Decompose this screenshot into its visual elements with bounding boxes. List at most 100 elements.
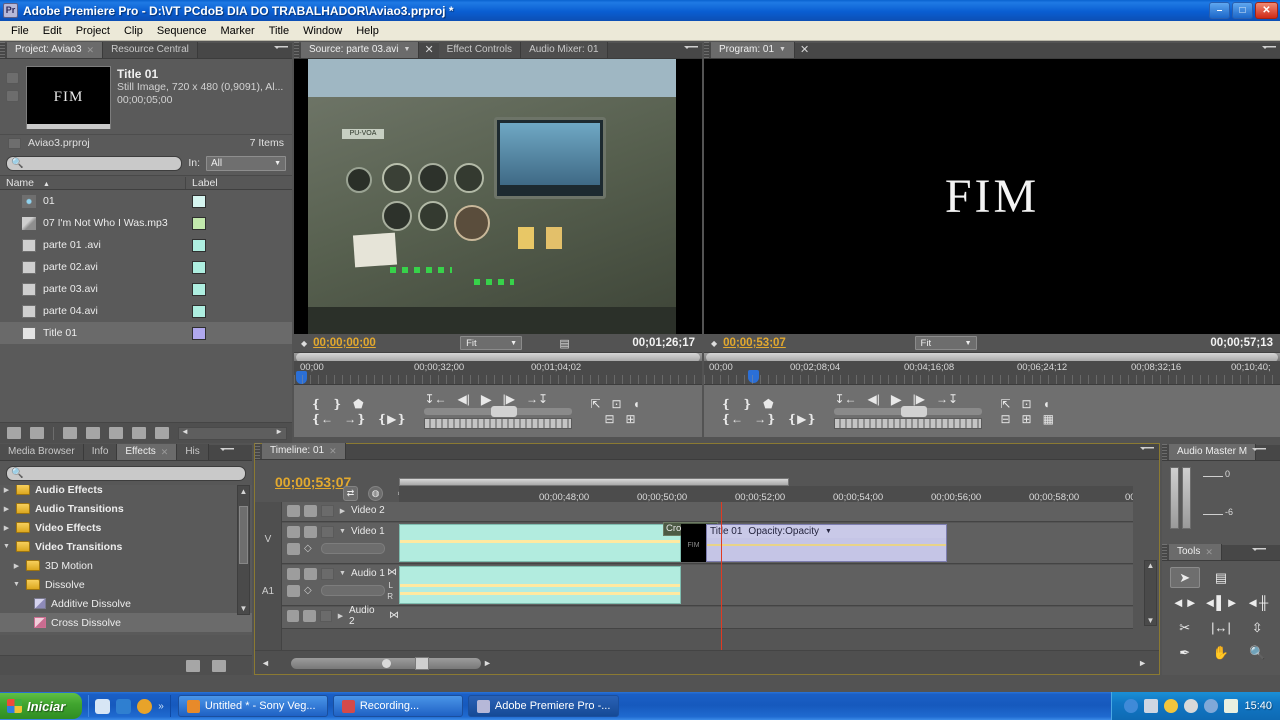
ripple-edit-tool[interactable]: ◄►	[1170, 592, 1200, 613]
slide-tool[interactable]: ⇳	[1242, 617, 1272, 638]
tab-project-aviao3[interactable]: Project: Aviao3 ✕	[7, 42, 103, 58]
scroll-up-icon[interactable]: ▲	[238, 486, 249, 497]
list-item[interactable]: 01	[0, 190, 292, 212]
list-item[interactable]: parte 03.avi	[0, 278, 292, 300]
step-forward-icon[interactable]: |▶	[503, 393, 515, 405]
tab-effect-controls[interactable]: Effect Controls	[439, 42, 521, 58]
play-inout-icon[interactable]: ❴▶❵	[787, 413, 816, 425]
menu-sequence[interactable]: Sequence	[150, 23, 214, 39]
panel-menu-icon[interactable]	[1252, 448, 1266, 458]
label-swatch[interactable]	[192, 217, 206, 230]
lift-icon[interactable]: ⊟	[1000, 413, 1010, 425]
goto-out-icon[interactable]: →❵	[754, 413, 776, 425]
close-icon[interactable]: ✕	[419, 42, 438, 58]
play-icon[interactable]: ▶	[481, 393, 492, 405]
shuttle-slider[interactable]	[834, 408, 982, 415]
shuttle-slider[interactable]	[424, 408, 572, 415]
lock-icon[interactable]	[303, 610, 315, 622]
delete-icon[interactable]	[155, 427, 169, 439]
set-marker-icon[interactable]: ⬟	[353, 398, 363, 410]
column-header-name[interactable]: Name ▲	[0, 177, 186, 189]
maximize-button[interactable]: □	[1232, 2, 1253, 19]
chevron-down-icon[interactable]: ▼	[12, 581, 21, 588]
step-back-marker-icon[interactable]: ↧←	[424, 393, 446, 405]
tree-item-video-transitions[interactable]: ▼ Video Transitions	[0, 537, 252, 556]
tab-resource-central[interactable]: Resource Central	[103, 42, 198, 58]
poster-frame-icon[interactable]	[6, 72, 19, 84]
delete-icon[interactable]	[212, 660, 226, 672]
step-forward-marker-icon[interactable]: →↧	[526, 393, 548, 405]
track-select-tool[interactable]: ▤	[1204, 567, 1239, 588]
minimize-button[interactable]: –	[1209, 2, 1230, 19]
tree-item-cross-dissolve[interactable]: Cross Dissolve	[0, 613, 252, 632]
clip-effect-label[interactable]: Opacity:Opacity	[748, 526, 819, 537]
source-playhead-timecode[interactable]: 00;00;00;00	[313, 337, 376, 349]
tab-info[interactable]: Info	[84, 444, 118, 460]
tab-timeline-01[interactable]: Timeline: 01 ✕	[262, 443, 346, 459]
program-time-ruler[interactable]: 00;00 00;02;08;04 00;04;16;08 00;06;24;1…	[704, 361, 1280, 385]
keyframe-icon[interactable]: ◇	[304, 585, 317, 597]
panel-grip-icon[interactable]	[255, 443, 260, 459]
mark-in-icon[interactable]: ❴	[721, 398, 731, 410]
scroll-down-icon[interactable]: ▼	[238, 603, 249, 614]
hand-tool[interactable]: ✋	[1204, 642, 1239, 663]
overwrite-icon[interactable]: ⊡	[612, 398, 622, 410]
collapse-icon[interactable]: ⋈	[387, 567, 397, 578]
security-icon[interactable]	[1164, 699, 1178, 713]
timeline-horizontal-scrollbar[interactable]	[291, 658, 481, 669]
zoom-in-icon[interactable]: ►	[483, 658, 492, 668]
chevron-right-icon[interactable]: ▶	[336, 612, 345, 620]
ie-icon[interactable]	[116, 699, 131, 714]
tab-audio-master-meters[interactable]: Audio Master M	[1169, 444, 1256, 460]
taskbar-item-premiere-pro[interactable]: Adobe Premiere Pro -...	[468, 695, 620, 717]
sync-lock-icon[interactable]	[321, 568, 334, 580]
step-forward-icon[interactable]: |▶	[913, 393, 925, 405]
source-time-ruler[interactable]: 00;00 00;00;32;00 00;01;04;02	[294, 361, 702, 385]
effects-search-input[interactable]: 🔍	[6, 466, 246, 481]
list-item[interactable]: parte 01 .avi	[0, 234, 292, 256]
tab-effects[interactable]: Effects ✕	[117, 444, 177, 460]
step-back-icon[interactable]: ◀|	[868, 393, 880, 405]
tree-item-audio-transitions[interactable]: ▶ Audio Transitions	[0, 499, 252, 518]
tab-source[interactable]: Source: parte 03.avi ▼	[301, 42, 419, 58]
export-frame-icon[interactable]: ◖	[633, 398, 640, 410]
zoom-out-icon[interactable]: ◄	[261, 658, 270, 668]
jog-strip[interactable]	[424, 418, 572, 429]
track-header-audio-2[interactable]: ▶ Audio 2 ⋈	[282, 607, 399, 629]
play-icon[interactable]: ▶	[891, 393, 902, 405]
label-swatch[interactable]	[192, 283, 206, 296]
tree-item-dissolve[interactable]: ▼ Dissolve	[0, 575, 252, 594]
panel-menu-icon[interactable]	[274, 46, 288, 56]
extract-icon[interactable]: ⊞	[626, 413, 636, 425]
tab-program[interactable]: Program: 01 ▼	[711, 42, 795, 58]
chevron-down-icon[interactable]: ▼	[404, 42, 411, 58]
effects-tree[interactable]: ▶ Audio Effects ▶ Audio Transitions ▶ Vi…	[0, 485, 252, 635]
tab-audio-mixer[interactable]: Audio Mixer: 01	[521, 42, 607, 58]
more-icon[interactable]: »	[158, 701, 164, 712]
list-view-icon[interactable]	[7, 427, 21, 439]
timeline-playhead-timecode[interactable]: 00;00;53;07	[275, 474, 351, 490]
new-item-icon[interactable]	[132, 427, 146, 439]
list-item[interactable]: 07 I'm Not Who I Was.mp3	[0, 212, 292, 234]
safe-margins-icon[interactable]: ⊡	[1022, 398, 1032, 410]
close-icon[interactable]: ✕	[1205, 544, 1213, 560]
tab-media-browser[interactable]: Media Browser	[0, 444, 84, 460]
antivirus-icon[interactable]	[1184, 699, 1198, 713]
show-hidden-icon[interactable]	[1124, 699, 1138, 713]
close-icon[interactable]: ✕	[795, 42, 814, 58]
waveform-style-icon[interactable]	[287, 585, 300, 597]
sync-lock-icon[interactable]	[321, 505, 334, 517]
razor-tool[interactable]: ✂	[1170, 617, 1200, 638]
panel-grip-icon[interactable]	[704, 42, 709, 58]
extract-icon[interactable]: ⊞	[1022, 413, 1032, 425]
timeline-clip-audio[interactable]	[399, 566, 681, 604]
step-forward-marker-icon[interactable]: →↧	[936, 393, 958, 405]
icon-view-icon[interactable]	[30, 427, 44, 439]
chevron-down-icon[interactable]: ▼	[338, 528, 347, 535]
update-icon[interactable]	[1204, 699, 1218, 713]
close-icon[interactable]: ✕	[329, 443, 337, 459]
close-icon[interactable]: ✕	[87, 42, 95, 58]
work-area-bar[interactable]	[399, 478, 789, 486]
jog-strip[interactable]	[834, 418, 982, 429]
lock-icon[interactable]	[304, 505, 317, 517]
